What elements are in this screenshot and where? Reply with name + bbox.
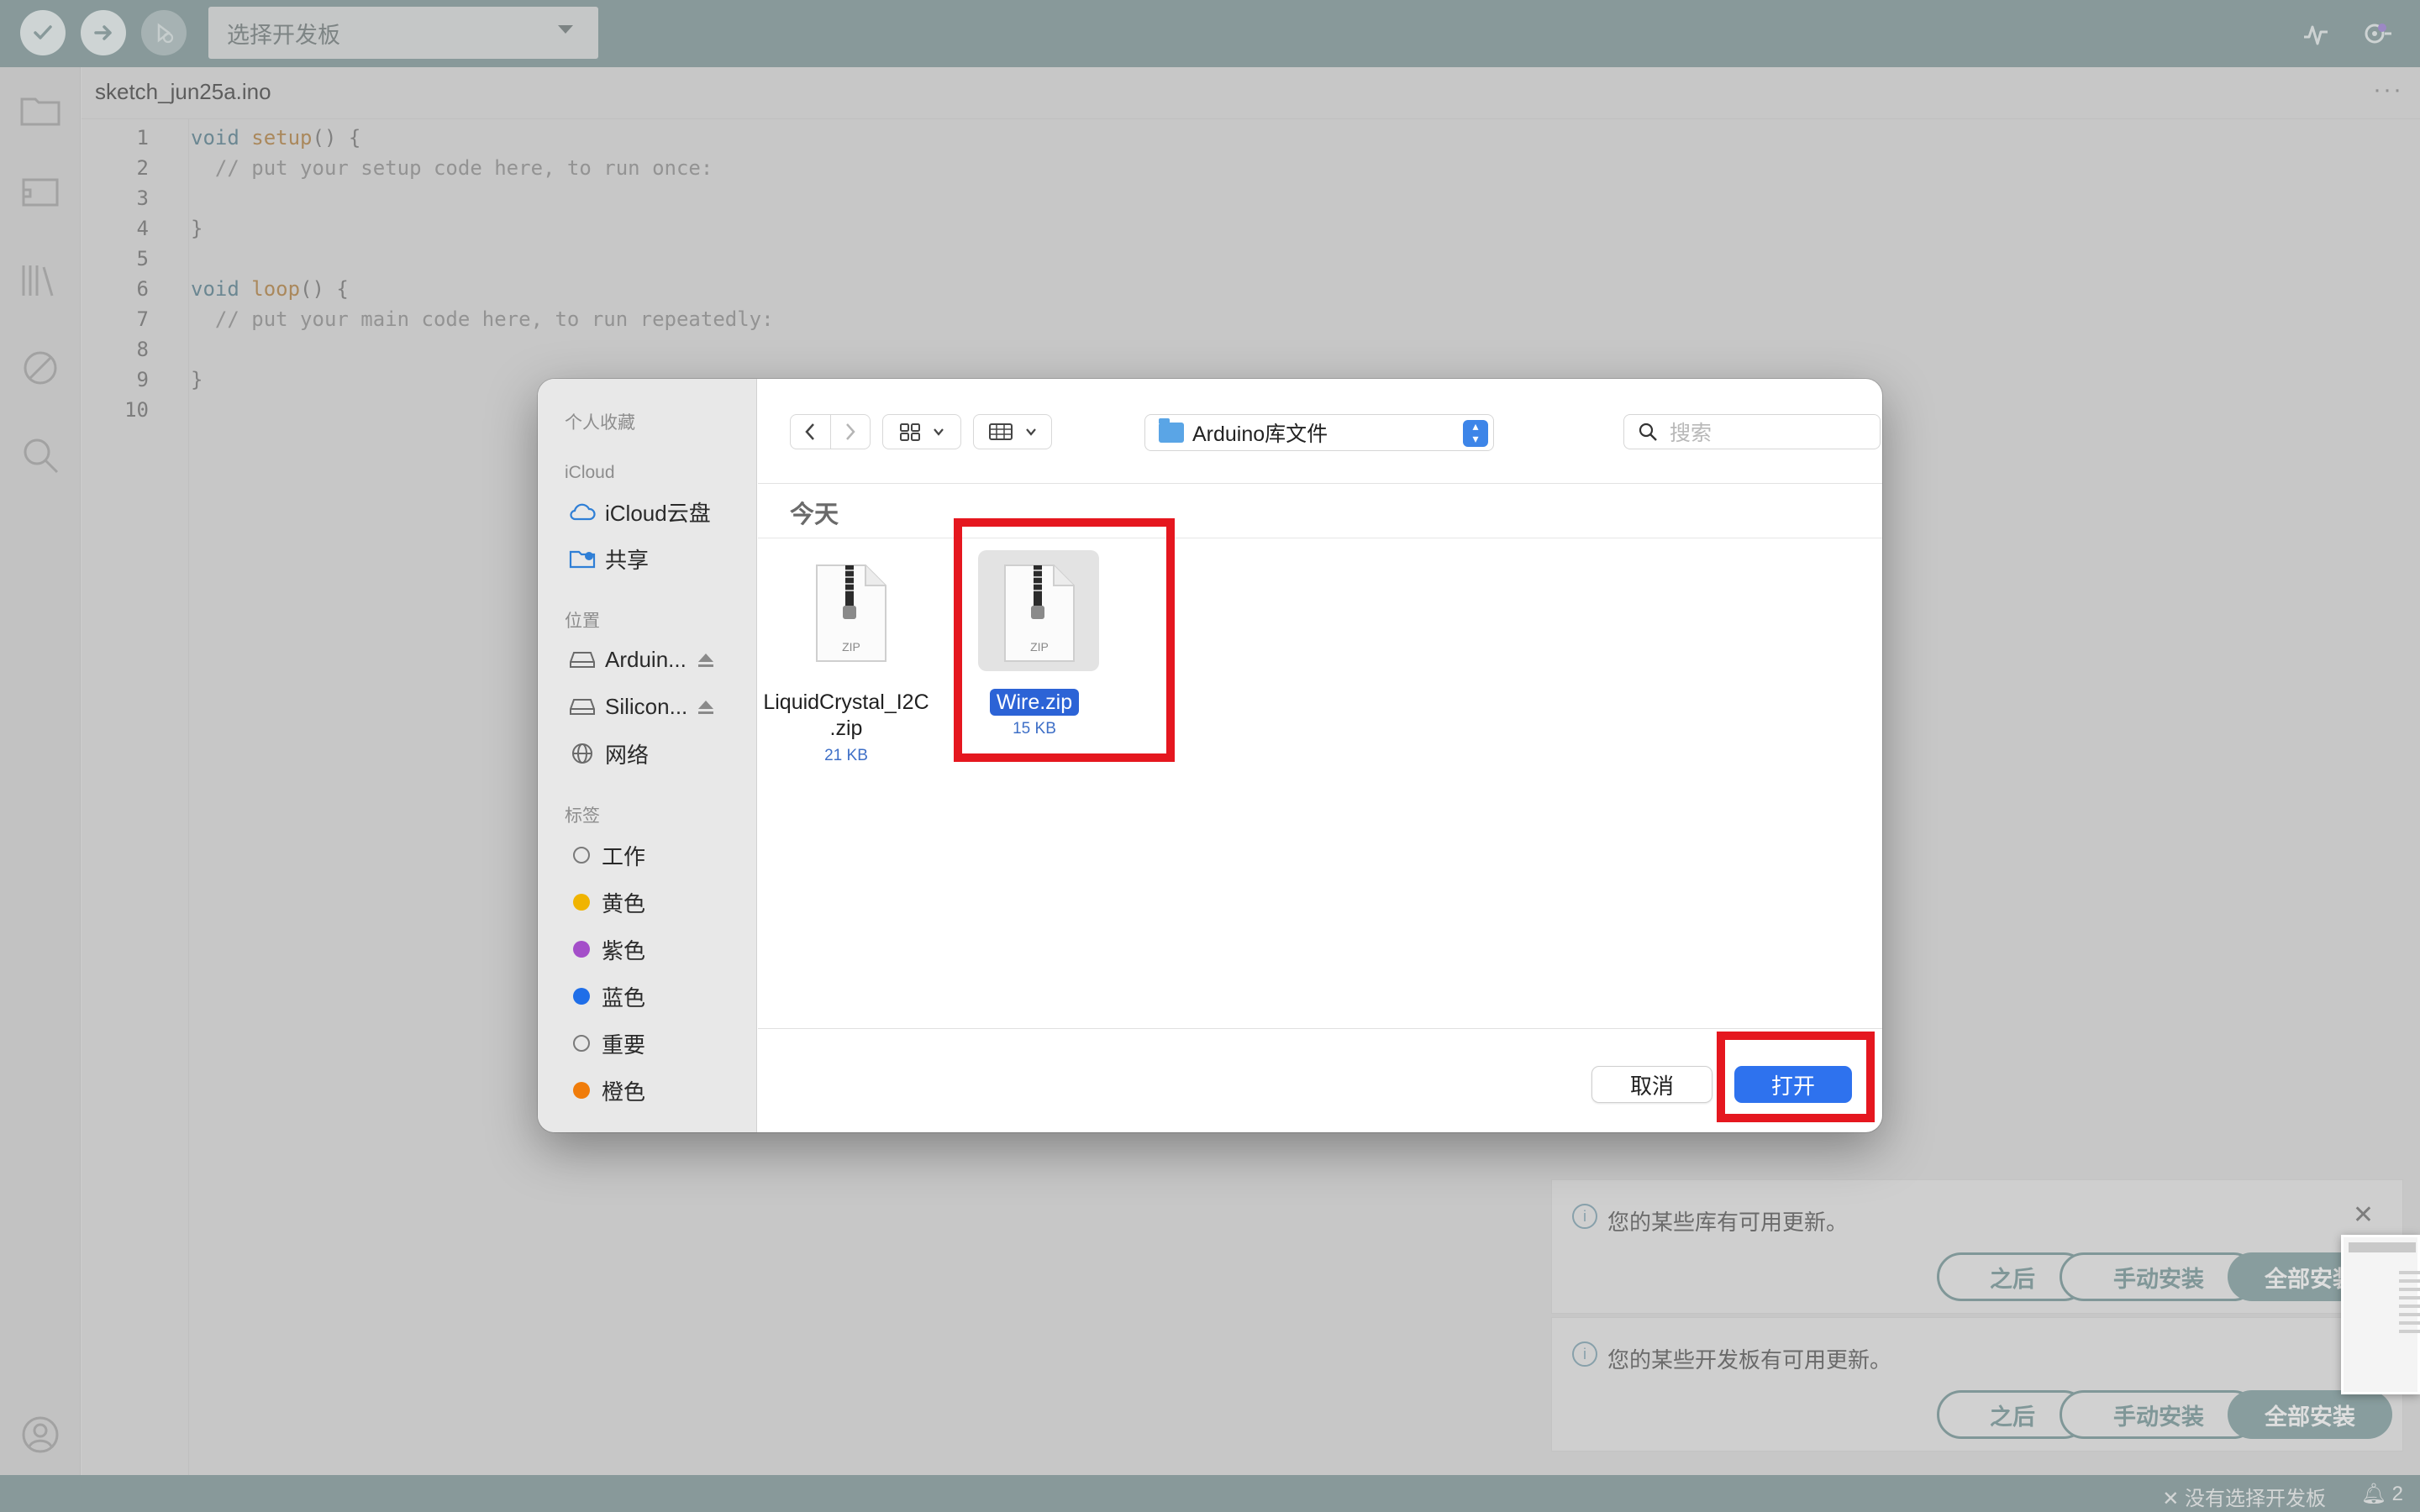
highlight-box-wire-zip [954, 518, 1175, 762]
back-button[interactable] [791, 415, 830, 449]
eject-icon[interactable] [696, 649, 716, 675]
sidebar-tag-item[interactable]: 黄色 [568, 885, 645, 919]
globe-icon [568, 741, 597, 766]
sidebar-item-label: Silicon... [605, 693, 688, 719]
up-down-chevron-icon: ▴ ▾ [1463, 420, 1488, 447]
search-placeholder: 搜索 [1670, 422, 1712, 445]
search-icon [1639, 423, 1657, 441]
file-size: 21 KB [824, 747, 868, 764]
drive-icon [568, 694, 597, 719]
folder-icon [1159, 418, 1184, 443]
sidebar-item-label: 黄色 [602, 890, 646, 916]
sidebar-item-label: 紫色 [602, 937, 646, 963]
locations-heading: 位置 [565, 612, 600, 631]
forward-button[interactable] [829, 415, 870, 449]
search-field[interactable]: 搜索 [1623, 414, 1881, 449]
sidebar-item-label: 工作 [602, 843, 646, 869]
nav-buttons [790, 414, 871, 449]
location-popup[interactable]: Arduino库文件 ▴ ▾ [1144, 414, 1494, 451]
icon-view-button[interactable] [882, 414, 961, 449]
screenshot-thumbnail[interactable] [2341, 1235, 2420, 1394]
sidebar-item-label: 网络 [605, 742, 650, 768]
divider [758, 1028, 1882, 1029]
thumbnail-content [2399, 1271, 2420, 1338]
location-label: Arduino库文件 [1192, 423, 1328, 446]
gallery-grid-icon [989, 423, 1013, 440]
tag-color-dot [573, 894, 590, 911]
sidebar-item-arduino-volume[interactable]: Arduin... [568, 643, 713, 676]
sidebar-item-label: 共享 [605, 547, 650, 573]
cancel-button[interactable]: 取消 [1591, 1066, 1712, 1103]
sidebar-tag-item[interactable]: 工作 [568, 838, 645, 872]
tag-color-dot [573, 1035, 590, 1052]
sidebar-item-network[interactable]: 网络 [568, 737, 649, 770]
sidebar-item-label: iCloud云盘 [605, 500, 711, 526]
highlight-box-open-button [1717, 1032, 1875, 1122]
divider [758, 483, 1882, 484]
sidebar-item-silicon-volume[interactable]: Silicon... [568, 690, 713, 723]
tag-color-dot [573, 847, 590, 864]
chevron-left-icon [805, 423, 815, 440]
sidebar-item-label: 重要 [602, 1032, 646, 1058]
favorites-heading: 个人收藏 [565, 413, 635, 433]
file-name-line2: .zip [829, 717, 863, 740]
thumbnail-titlebar [2349, 1242, 2416, 1252]
chevron-right-icon [846, 423, 855, 440]
shared-folder-icon [568, 546, 597, 571]
icloud-heading: iCloud [565, 463, 615, 482]
file-browser: Arduino库文件 ▴ ▾ 搜索 今天 ZIP LiquidCrystal_I2… [758, 379, 1882, 1132]
file-name-line1: LiquidCrystal_I2C [763, 690, 929, 714]
sidebar-tag-item[interactable]: 重要 [568, 1026, 645, 1060]
sidebar-item-icloud-drive[interactable]: iCloud云盘 [568, 495, 711, 528]
zip-file-icon: ZIP [816, 564, 886, 662]
sidebar-item-label: Arduin... [605, 646, 687, 672]
eject-icon[interactable] [696, 696, 716, 722]
tag-color-dot [573, 941, 590, 958]
cloud-icon [568, 499, 597, 524]
drive-icon [568, 647, 597, 672]
open-file-dialog: 个人收藏 iCloud iCloud云盘 共享 位置 Arduin... Sil… [538, 379, 1882, 1132]
group-view-button[interactable] [973, 414, 1052, 449]
sidebar-tag-item[interactable]: 蓝色 [568, 979, 645, 1013]
tags-heading: 标签 [565, 806, 600, 826]
sidebar-item-label: 橙色 [602, 1079, 646, 1105]
sidebar-tag-item[interactable]: 橙色 [568, 1074, 645, 1107]
zip-type-label: ZIP [842, 640, 860, 654]
section-heading: 今天 [790, 501, 839, 528]
grid-icon [900, 423, 920, 441]
finder-sidebar: 个人收藏 iCloud iCloud云盘 共享 位置 Arduin... Sil… [538, 379, 757, 1132]
chevron-down-icon [1026, 428, 1036, 436]
chevron-down-icon [934, 428, 944, 436]
sidebar-tag-item[interactable]: 紫色 [568, 932, 645, 966]
tag-color-dot [573, 988, 590, 1005]
sidebar-item-label: 蓝色 [602, 984, 646, 1011]
tag-color-dot [573, 1082, 590, 1099]
file-name: LiquidCrystal_I2C .zip [758, 690, 934, 742]
sidebar-item-shared[interactable]: 共享 [568, 542, 649, 575]
